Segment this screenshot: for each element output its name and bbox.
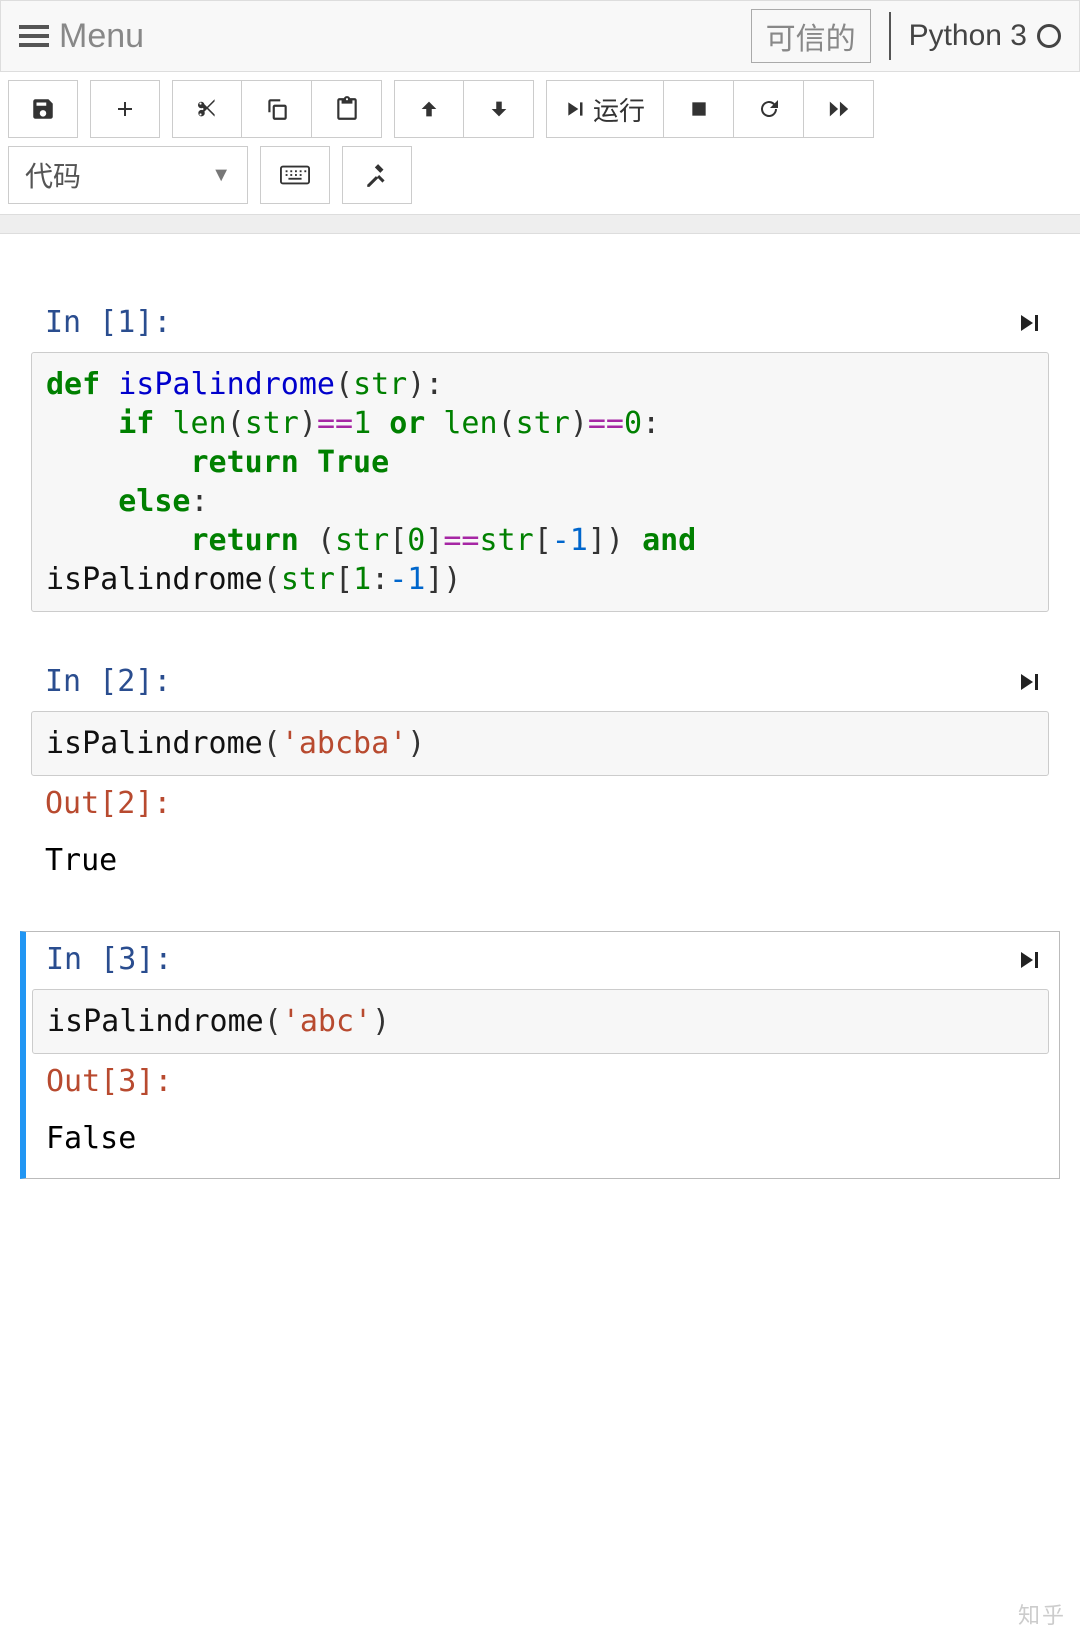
- run-button[interactable]: 运行: [546, 80, 664, 138]
- copy-button[interactable]: [242, 80, 312, 138]
- cut-button[interactable]: [172, 80, 242, 138]
- header-right: 可信的 Python 3: [751, 9, 1061, 63]
- code-cell[interactable]: In [2]: isPalindrome('abcba')Out[2]:True: [20, 653, 1060, 901]
- menu-icon: [19, 20, 49, 52]
- arrow-up-icon: [418, 98, 440, 120]
- arrow-down-icon: [488, 98, 510, 120]
- cell-type-select[interactable]: 代码 ▼: [8, 146, 248, 204]
- save-button[interactable]: [8, 80, 78, 138]
- toolbar: 运行: [0, 72, 1080, 146]
- kernel-indicator[interactable]: Python 3: [909, 19, 1061, 53]
- plus-icon: [113, 97, 137, 121]
- code-input[interactable]: isPalindrome('abc'): [32, 989, 1049, 1054]
- header-bar: Menu 可信的 Python 3: [0, 0, 1080, 72]
- kernel-label: Python 3: [909, 19, 1027, 53]
- cell-prompt-row: In [1]:: [31, 301, 1049, 352]
- cell-prompt-row: In [3]:: [32, 938, 1049, 989]
- cell-prompt-row: In [2]:: [31, 660, 1049, 711]
- code-cell[interactable]: In [1]: def isPalindrome(str): if len(str…: [20, 294, 1060, 623]
- move-up-button[interactable]: [394, 80, 464, 138]
- output-prompt: Out[3]:: [32, 1054, 1049, 1109]
- refresh-icon: [757, 97, 781, 121]
- command-palette-button[interactable]: [260, 146, 330, 204]
- restart-run-all-button[interactable]: [804, 80, 874, 138]
- tools-button[interactable]: [342, 146, 412, 204]
- input-prompt: In [1]:: [45, 305, 171, 340]
- notebook-area: In [1]: def isPalindrome(str): if len(str…: [0, 234, 1080, 1229]
- code-input[interactable]: isPalindrome('abcba'): [31, 711, 1049, 776]
- menu-button[interactable]: Menu: [19, 17, 144, 56]
- step-forward-icon: [1017, 947, 1041, 973]
- input-prompt: In [3]:: [46, 942, 172, 977]
- restart-button[interactable]: [734, 80, 804, 138]
- menu-label: Menu: [59, 17, 144, 56]
- kernel-status-icon: [1037, 24, 1061, 48]
- paste-icon: [334, 96, 360, 122]
- run-cell-button[interactable]: [1017, 669, 1041, 695]
- step-forward-icon: [1017, 669, 1041, 695]
- run-cell-button[interactable]: [1017, 947, 1041, 973]
- fast-forward-icon: [826, 98, 852, 120]
- cell-output: False: [32, 1109, 1049, 1168]
- step-forward-icon: [565, 98, 585, 120]
- toolbar-row-2: 代码 ▼: [0, 146, 1080, 212]
- add-cell-button[interactable]: [90, 80, 160, 138]
- step-forward-icon: [1017, 310, 1041, 336]
- output-prompt: Out[2]:: [31, 776, 1049, 831]
- cut-icon: [194, 96, 220, 122]
- interrupt-button[interactable]: [664, 80, 734, 138]
- keyboard-icon: [280, 164, 310, 186]
- caret-down-icon: ▼: [211, 164, 231, 187]
- cell-type-value: 代码: [25, 155, 81, 195]
- save-icon: [30, 96, 56, 122]
- move-down-button[interactable]: [464, 80, 534, 138]
- paste-button[interactable]: [312, 80, 382, 138]
- watermark: 知乎: [1018, 1598, 1066, 1630]
- run-label: 运行: [593, 91, 645, 128]
- copy-icon: [264, 96, 290, 122]
- cell-output: True: [31, 831, 1049, 890]
- stop-icon: [689, 99, 709, 119]
- run-cell-button[interactable]: [1017, 310, 1041, 336]
- divider: [0, 214, 1080, 234]
- separator: [889, 12, 891, 60]
- input-prompt: In [2]:: [45, 664, 171, 699]
- code-cell[interactable]: In [3]: isPalindrome('abc')Out[3]:False: [20, 931, 1060, 1179]
- code-input[interactable]: def isPalindrome(str): if len(str)==1 or…: [31, 352, 1049, 612]
- trusted-badge[interactable]: 可信的: [751, 9, 871, 63]
- gavel-icon: [364, 162, 390, 188]
